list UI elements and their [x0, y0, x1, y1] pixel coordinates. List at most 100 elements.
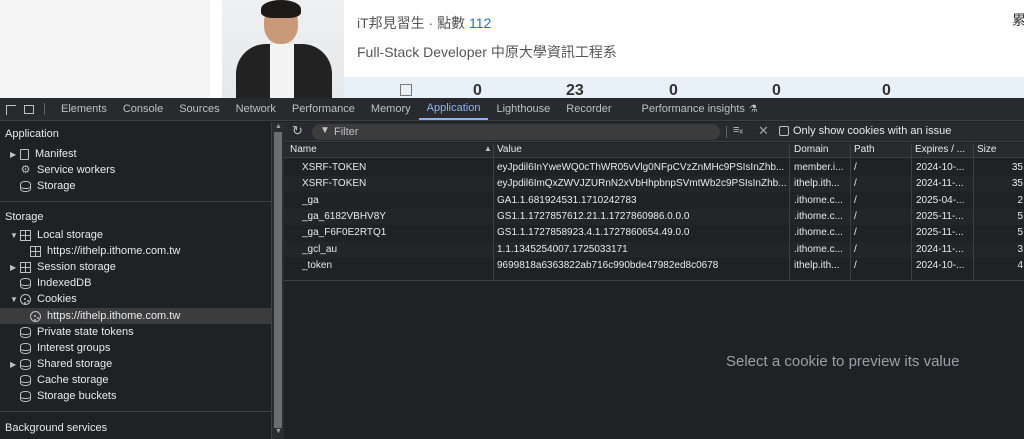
profile-points[interactable]: 112 [469, 15, 491, 31]
column-divider[interactable] [493, 143, 494, 280]
sidebar-item-label: Storage [37, 180, 76, 192]
tab-elements[interactable]: Elements [53, 98, 115, 120]
profile-bio: Full-Stack Developer 中原大學資訊工程系 [357, 44, 617, 60]
column-header-path[interactable]: Path [854, 144, 875, 155]
sidebar-item-storage[interactable]: Storage [20, 178, 76, 194]
only-issue-checkbox[interactable] [779, 126, 789, 136]
tab-memory[interactable]: Memory [363, 98, 419, 120]
sidebar-item-cache-storage[interactable]: Cache storage [20, 372, 109, 388]
stats-bar [344, 77, 1024, 98]
sidebar-item-indexeddb[interactable]: IndexedDB [20, 275, 91, 291]
sidebar-item-private-state-tokens[interactable]: Private state tokens [20, 324, 134, 340]
inspect-element-icon[interactable] [2, 98, 20, 121]
table-row[interactable]: _ga GA1.1.681924531.1710242783 .ithome.c..… [284, 193, 1024, 209]
refresh-icon[interactable]: ↻ [292, 123, 303, 139]
tab-network[interactable]: Network [228, 98, 284, 120]
sidebar-item-shared-storage[interactable]: ▶ Shared storage [10, 356, 112, 372]
cell-size: 3 [1017, 243, 1023, 255]
column-header-name[interactable]: Name [290, 144, 317, 155]
table-icon [20, 229, 31, 241]
database-icon [20, 180, 31, 192]
table-icon [20, 261, 31, 273]
sidebar-item-label: Storage buckets [37, 390, 117, 402]
sidebar-item-session-storage[interactable]: ▶ Session storage [10, 259, 116, 275]
table-row[interactable]: _ga_F6F0E2RTQ1 GS1.1.1727858923.4.1.17278… [284, 225, 1024, 241]
cell-domain: .ithome.c... [794, 243, 843, 255]
avatar [222, 0, 344, 98]
table-row[interactable]: XSRF-TOKEN eyJpdil6ImQxZWVJZURnN2xVbHhpbn… [284, 176, 1024, 193]
table-header: Name ▲ Value Domain Path Expires / ... S… [284, 143, 1024, 158]
tabbar-divider [44, 103, 45, 115]
table-row[interactable]: _gcl_au 1.1.1345254007.1725033171 .ithome.… [284, 241, 1024, 258]
sidebar-item-local-storage-origin[interactable]: https://ithelp.ithome.com.tw [30, 243, 180, 259]
only-issue-toggle[interactable]: Only show cookies with an issue [779, 125, 951, 137]
cell-name: _gcl_au [302, 243, 338, 255]
column-divider[interactable] [911, 143, 912, 280]
column-header-expires[interactable]: Expires / ... [915, 144, 971, 155]
sidebar-item-label: Interest groups [37, 342, 111, 354]
sidebar-divider [0, 411, 271, 412]
column-divider[interactable] [973, 143, 974, 280]
column-header-value[interactable]: Value [497, 144, 522, 155]
only-issue-label: Only show cookies with an issue [793, 125, 952, 137]
tab-application[interactable]: Application [418, 98, 489, 120]
cell-value: GS1.1.1727857612.21.1.1727860986.0.0.0 [497, 210, 690, 222]
delete-selected-icon[interactable]: ✕ [758, 123, 769, 139]
collapse-arrow-icon[interactable]: ▼ [10, 295, 20, 304]
sidebar-item-cookies[interactable]: ▼ Cookies [10, 291, 77, 307]
table-row[interactable]: _token 9699818a6363822ab716c990bde47982ed… [284, 258, 1024, 274]
filter-input[interactable] [334, 125, 714, 139]
tab-performance[interactable]: Performance [284, 98, 363, 120]
expand-arrow-icon[interactable]: ▶ [10, 360, 20, 369]
cell-size: 2 [1017, 194, 1023, 206]
tab-recorder[interactable]: Recorder [558, 98, 619, 120]
scrollbar-thumb[interactable] [274, 132, 282, 428]
sort-arrow-icon: ▲ [484, 144, 492, 153]
cell-domain: .ithome.c... [794, 227, 843, 239]
stat-value: 0 [772, 82, 781, 98]
cookies-toolbar: ↻ ▼ ≡ₓ ✕ Only show cookies with an issue [284, 122, 1024, 142]
scroll-up-icon[interactable]: ▲ [275, 123, 282, 130]
tab-sources[interactable]: Sources [171, 98, 227, 120]
column-header-size[interactable]: Size [977, 144, 996, 155]
sidebar-item-local-storage[interactable]: ▼ Local storage [10, 227, 103, 243]
sidebar-item-label: Cache storage [37, 374, 109, 386]
application-sidebar: Application ▶ Manifest ⚙ Service workers… [0, 122, 271, 439]
column-header-domain[interactable]: Domain [794, 144, 828, 155]
sidebar-item-interest-groups[interactable]: Interest groups [20, 340, 110, 356]
database-icon [20, 342, 31, 354]
profile-nickname: iT邦見習生 · 點數 112 [357, 13, 491, 33]
column-divider[interactable] [850, 143, 851, 280]
cell-name: _ga [302, 194, 319, 206]
stat-value: 23 [566, 82, 584, 98]
tab-console[interactable]: Console [115, 98, 171, 120]
sidebar-item-storage-buckets[interactable]: Storage buckets [20, 388, 117, 404]
cookies-table: Name ▲ Value Domain Path Expires / ... S… [284, 143, 1024, 280]
sidebar-item-cookies-origin[interactable]: https://ithelp.ithome.com.tw [0, 308, 271, 324]
cell-path: / [854, 243, 857, 255]
sidebar-item-service-workers[interactable]: ⚙ Service workers [20, 162, 116, 178]
flask-icon: ⚗ [748, 103, 758, 115]
section-storage: Storage [5, 211, 44, 223]
expand-arrow-icon[interactable]: ▶ [10, 150, 20, 159]
device-toolbar-icon[interactable] [20, 98, 38, 121]
scroll-down-icon[interactable]: ▼ [275, 428, 282, 435]
sidebar-item-manifest[interactable]: ▶ Manifest [10, 146, 77, 162]
cell-path: / [854, 194, 857, 206]
collapse-arrow-icon[interactable]: ▼ [10, 231, 20, 240]
sidebar-scrollbar[interactable]: ▲ ▼ [271, 122, 284, 439]
tab-performance-insights[interactable]: Performance insights ⚗ [634, 98, 766, 120]
clear-filtered-cookies-icon[interactable]: ≡ₓ [733, 124, 743, 136]
sidebar-item-label: Private state tokens [37, 326, 134, 338]
table-row[interactable]: XSRF-TOKEN eyJpdil6InYweWQ0cThWR05vVlg0NF… [284, 160, 1024, 176]
tab-lighthouse[interactable]: Lighthouse [488, 98, 558, 120]
column-divider[interactable] [789, 143, 790, 280]
expand-arrow-icon[interactable]: ▶ [10, 263, 20, 272]
cell-domain: ithelp.ith... [794, 259, 840, 271]
cell-path: / [854, 178, 857, 190]
table-row[interactable]: _ga_6182VBHV8Y GS1.1.1727857612.21.1.1727… [284, 208, 1024, 225]
screen: iT邦見習生 · 點數 112 Full-Stack Developer 中原大… [0, 0, 1024, 439]
filter-box[interactable]: ▼ [312, 124, 720, 140]
cell-size: 5 [1017, 210, 1023, 222]
cell-name: _token [302, 259, 333, 271]
